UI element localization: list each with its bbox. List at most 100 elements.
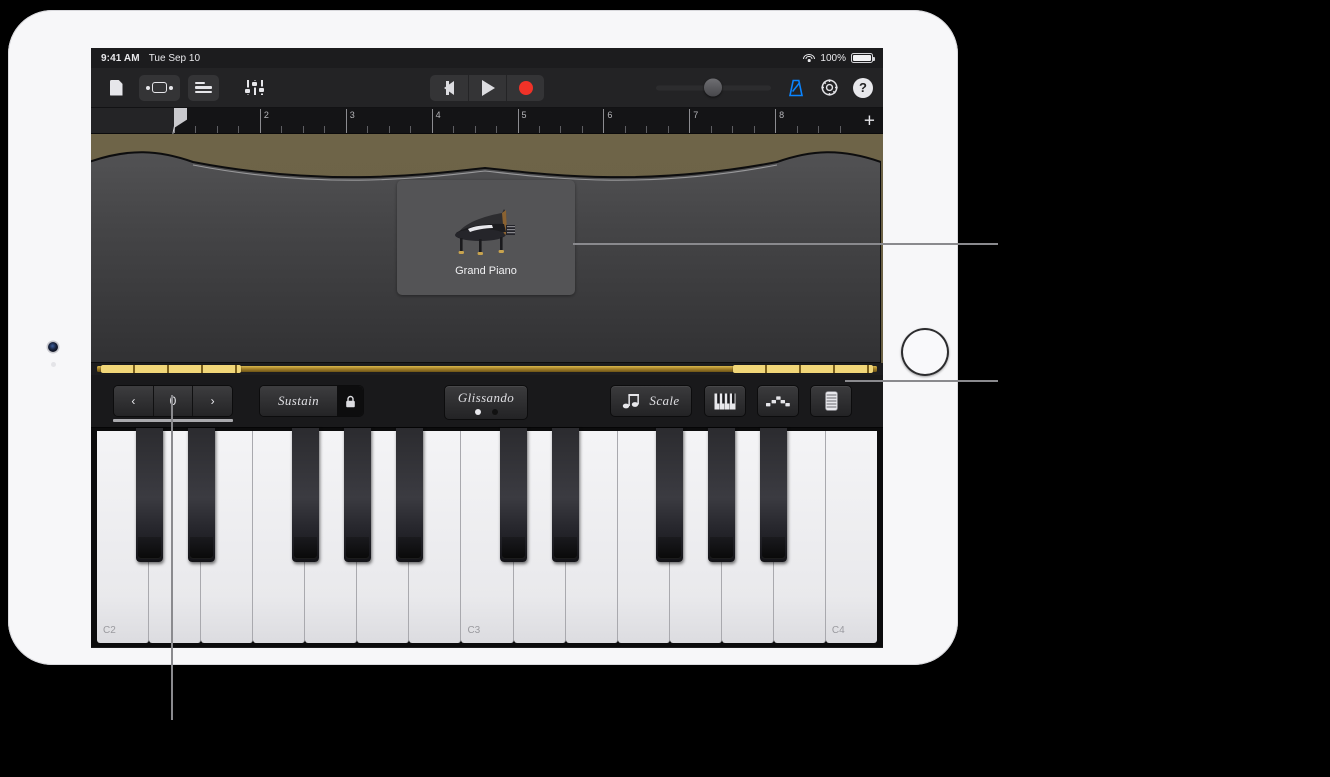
status-bar: 9:41 AM Tue Sep 10 100%	[91, 48, 883, 68]
piano-body: Grand Piano	[91, 134, 883, 363]
octave-value: 0	[152, 386, 193, 416]
ruler-tick-minor	[238, 126, 240, 133]
piano-black-key[interactable]	[655, 428, 683, 562]
ruler-tick-minor	[624, 126, 626, 133]
loop-browser-button[interactable]	[139, 74, 180, 101]
record-icon	[518, 80, 533, 95]
modulation-wheel-icon	[824, 391, 838, 411]
settings-button[interactable]	[820, 78, 839, 97]
ruler-tick-minor	[474, 126, 476, 133]
ruler-tick-major	[603, 109, 605, 133]
status-time: 9:41 AM	[101, 52, 140, 64]
ruler-tick-minor	[453, 126, 455, 133]
octave-switcher[interactable]: ‹ 0 ›	[113, 385, 233, 417]
timeline-ruler[interactable]: 12345678 +	[91, 108, 883, 134]
glissando-option-pitch[interactable]	[491, 409, 498, 415]
help-button[interactable]: ?	[853, 77, 873, 98]
octave-down-button[interactable]: ‹	[114, 386, 153, 416]
octave-switcher-highlight	[113, 419, 233, 422]
keyboard-keys-icon	[714, 393, 736, 409]
ruler-tick-minor	[216, 126, 218, 133]
ruler-bar-number: 5	[521, 110, 527, 120]
ruler-bar-number: 3	[349, 110, 355, 120]
instrument-card-label: Grand Piano	[455, 264, 517, 277]
brass-strip	[91, 363, 883, 375]
glissando-option-glissando[interactable]	[474, 409, 481, 415]
piano-white-key[interactable]: C4	[825, 431, 877, 643]
ruler-bar-number: 7	[693, 110, 699, 120]
sustain-lock-button[interactable]	[337, 386, 363, 416]
ruler-tick-major	[259, 109, 261, 133]
play-button[interactable]	[468, 74, 506, 101]
ipad-screen: 9:41 AM Tue Sep 10 100% ? 2 3 4 5 6 7 8 …	[91, 48, 883, 648]
metronome-button[interactable]	[786, 78, 806, 98]
navigation-button[interactable]	[101, 75, 131, 101]
document-icon	[109, 79, 123, 96]
ruler-tick-minor	[581, 126, 583, 133]
battery-full-icon	[851, 53, 875, 63]
piano-black-key[interactable]	[291, 428, 319, 562]
ruler-tick-minor	[753, 126, 755, 133]
add-track-button[interactable]: +	[864, 111, 875, 130]
arpeggiator-icon	[766, 396, 790, 407]
ruler-tick-minor	[646, 126, 648, 133]
front-camera	[48, 342, 58, 352]
brass-hinge-right	[733, 365, 873, 373]
ruler-tick-minor	[839, 126, 841, 133]
record-button[interactable]	[506, 74, 544, 101]
ruler-tick-major	[517, 109, 519, 133]
ruler-bar-number: 4	[435, 110, 441, 120]
keys-view-button[interactable]	[704, 385, 746, 417]
sustain-button[interactable]: Sustain	[260, 386, 337, 416]
piano-key-label: C2	[103, 625, 116, 636]
piano-black-key[interactable]	[187, 428, 215, 562]
callout-instrument	[573, 243, 998, 245]
piano-key-label: C3	[467, 625, 481, 636]
main-toolbar: ?	[91, 68, 883, 108]
scale-button[interactable]: Scale	[610, 385, 692, 417]
ruler-tick-major	[431, 109, 433, 133]
piano-black-key[interactable]	[135, 428, 163, 562]
battery-percent: 100%	[820, 52, 846, 64]
master-volume-knob[interactable]	[704, 78, 722, 96]
home-button[interactable]	[901, 328, 949, 376]
ruler-tick-minor	[388, 126, 390, 133]
play-icon	[482, 79, 495, 96]
piano-black-key[interactable]	[343, 428, 371, 562]
ruler-tick-minor	[560, 126, 562, 133]
callout-controls	[845, 380, 998, 382]
modulation-button[interactable]	[810, 385, 852, 417]
ruler-tick-major	[775, 109, 777, 133]
piano-key-label: C4	[831, 625, 845, 636]
ruler-tick-minor	[302, 126, 304, 133]
ruler-tick-minor	[538, 126, 540, 133]
master-volume-slider[interactable]	[656, 78, 771, 96]
ruler-bar-number: 8	[779, 110, 785, 120]
help-icon: ?	[859, 80, 867, 95]
track-list-button[interactable]	[188, 74, 219, 101]
rewind-icon	[444, 80, 454, 95]
ruler-tick-minor	[195, 126, 197, 133]
lock-icon	[345, 395, 355, 407]
ruler-tick-minor	[667, 126, 669, 133]
piano-black-key[interactable]	[759, 428, 787, 562]
rewind-button[interactable]	[430, 74, 468, 101]
mixer-button[interactable]	[239, 75, 271, 101]
ruler-ticks[interactable]: 12345678	[174, 108, 883, 133]
glissando-control[interactable]: Glissando	[444, 385, 528, 420]
octave-up-button[interactable]: ›	[192, 386, 232, 416]
status-date: Tue Sep 10	[148, 52, 201, 64]
piano-black-key[interactable]	[707, 428, 735, 562]
piano-black-key[interactable]	[395, 428, 423, 562]
instrument-card[interactable]: Grand Piano	[397, 180, 575, 295]
grand-piano-icon	[455, 208, 515, 255]
metronome-icon	[789, 79, 803, 96]
piano-black-key[interactable]	[499, 428, 527, 562]
piano-black-key[interactable]	[551, 428, 579, 562]
screenshot-root: 9:41 AM Tue Sep 10 100% ? 2 3 4 5 6 7 8 …	[0, 0, 1330, 777]
arpeggiator-button[interactable]	[757, 385, 799, 417]
piano-keyboard[interactable]: C2 C3 C4	[91, 428, 883, 647]
sustain-control[interactable]: Sustain	[259, 385, 364, 417]
callout-octave	[171, 395, 173, 720]
ruler-tick-minor	[324, 126, 326, 133]
